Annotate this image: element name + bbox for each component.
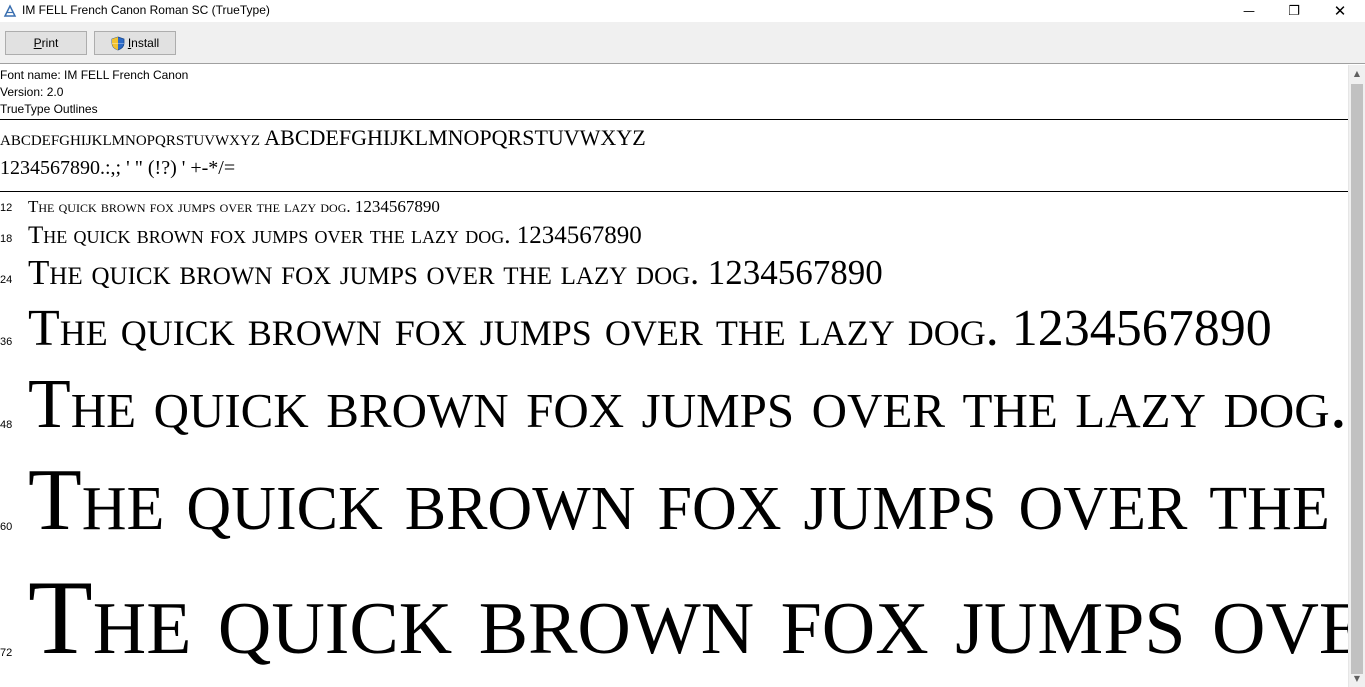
chevron-up-icon: ▲ — [1353, 69, 1361, 78]
install-button[interactable]: Install — [94, 31, 176, 55]
install-label-rest: nstall — [131, 36, 160, 50]
print-button-label: Print — [34, 36, 59, 50]
close-button[interactable]: ✕ — [1317, 0, 1363, 22]
maximize-button[interactable]: ❐ — [1271, 0, 1317, 22]
sample-text-24: The quick brown fox jumps over the lazy … — [28, 253, 883, 292]
version-text: Version: 2.0 — [0, 85, 64, 99]
size-label-72: 72 — [0, 647, 13, 659]
minimize-button[interactable]: — — [1226, 0, 1272, 22]
restore-icon: ❐ — [1288, 3, 1300, 19]
sample-text-18: The quick brown fox jumps over the lazy … — [28, 222, 642, 249]
print-button[interactable]: Print — [5, 31, 87, 55]
size-label-24: 24 — [0, 274, 13, 286]
shield-icon — [111, 36, 125, 50]
sample-text-72: The quick brown fox jumps over the lazy … — [28, 559, 1348, 676]
charset-digits-symbols: 1234567890.:,; ' " (!?) ' +-*/= — [0, 157, 236, 179]
sample-text-48: The quick brown fox jumps over the lazy … — [28, 366, 1348, 443]
size-label-48: 48 — [0, 419, 13, 431]
scroll-up-button[interactable]: ▲ — [1349, 65, 1365, 82]
size-label-36: 36 — [0, 336, 13, 348]
divider-top — [0, 119, 1348, 120]
chevron-down-icon: ▼ — [1353, 674, 1361, 683]
size-label-12: 12 — [0, 202, 13, 214]
font-name-text: Font name: IM FELL French Canon — [0, 68, 189, 82]
toolbar: Print Install — [0, 22, 1365, 64]
minimize-icon: — — [1243, 4, 1255, 18]
divider-bottom — [0, 191, 1348, 192]
font-viewer-app-icon — [3, 4, 17, 17]
window-title: IM FELL French Canon Roman SC (TrueType) — [22, 3, 270, 17]
charset-letters: abcdefghijklmnopqrstuvwxyz ABCDEFGHIJKLM… — [0, 125, 646, 150]
scroll-down-button[interactable]: ▼ — [1349, 670, 1365, 687]
outlines-text: TrueType Outlines — [0, 102, 98, 116]
print-label-rest: rint — [41, 36, 59, 50]
title-bar: IM FELL French Canon Roman SC (TrueType)… — [0, 0, 1365, 22]
sample-text-12: The quick brown fox jumps over the lazy … — [28, 197, 440, 216]
close-icon: ✕ — [1333, 2, 1347, 20]
size-label-60: 60 — [0, 521, 13, 533]
scroll-thumb[interactable] — [1351, 84, 1363, 674]
print-accelerator: P — [33, 36, 42, 50]
vertical-scrollbar[interactable]: ▲ ▼ — [1348, 65, 1365, 687]
font-preview-area: Font name: IM FELL French Canon Version:… — [0, 65, 1348, 687]
sample-text-60: The quick brown fox jumps over the lazy … — [28, 452, 1348, 549]
size-label-18: 18 — [0, 233, 13, 245]
install-button-label: Install — [128, 36, 159, 50]
sample-text-36: The quick brown fox jumps over the lazy … — [28, 300, 1272, 357]
